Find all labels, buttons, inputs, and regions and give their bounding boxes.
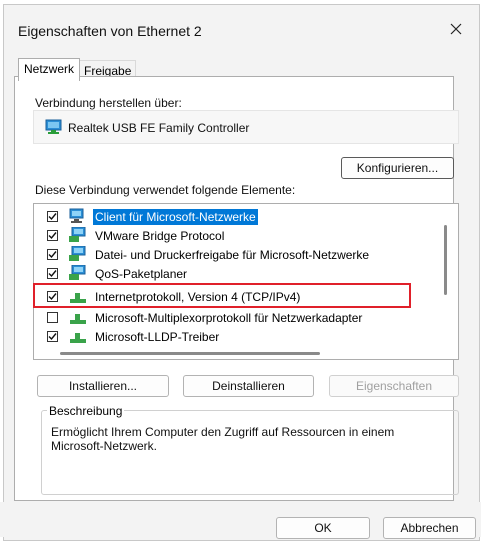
cancel-button[interactable]: Abbrechen: [383, 517, 476, 539]
checkmark-icon: [48, 213, 57, 221]
network-adapter-icon: [45, 119, 62, 134]
client-icon: [69, 208, 84, 223]
item-checkbox[interactable]: [47, 291, 58, 302]
title-bar: Eigenschaften von Ethernet 2: [4, 5, 479, 51]
checkmark-icon: [48, 293, 57, 301]
service-icon: [69, 227, 86, 242]
horizontal-scrollbar[interactable]: [60, 352, 320, 355]
adapter-name: Realtek USB FE Family Controller: [68, 121, 250, 135]
protocol-icon: [70, 333, 86, 343]
connect-via-label: Verbindung herstellen über:: [35, 96, 182, 110]
list-item[interactable]: Microsoft-Multiplexorprotokoll für Netzw…: [34, 308, 458, 327]
list-item[interactable]: Internetprotokoll, Version 4 (TCP/IPv4): [34, 287, 458, 306]
list-item[interactable]: Client für Microsoft-Netzwerke: [34, 207, 458, 226]
item-checkbox[interactable]: [47, 331, 58, 342]
items-label: Diese Verbindung verwendet folgende Elem…: [35, 183, 296, 197]
install-button[interactable]: Installieren...: [37, 375, 169, 397]
service-icon: [69, 246, 86, 261]
item-checkbox[interactable]: [47, 312, 58, 323]
item-checkbox[interactable]: [47, 268, 58, 279]
item-label: Client für Microsoft-Netzwerke: [93, 208, 258, 225]
uninstall-button[interactable]: Deinstallieren: [183, 375, 314, 397]
protocol-icon: [70, 314, 86, 324]
close-icon: [450, 23, 462, 35]
window-title: Eigenschaften von Ethernet 2: [18, 23, 202, 39]
properties-button[interactable]: Eigenschaften: [329, 375, 459, 397]
checkmark-icon: [48, 333, 57, 341]
item-label: QoS-Paketplaner: [95, 266, 188, 281]
service-icon: [69, 265, 86, 280]
description-text: Ermöglicht Ihrem Computer den Zugriff au…: [51, 425, 395, 453]
item-label: Internetprotokoll, Version 4 (TCP/IPv4): [95, 289, 301, 304]
vertical-scrollbar[interactable]: [444, 225, 447, 295]
checkmark-icon: [48, 232, 57, 240]
item-checkbox[interactable]: [47, 211, 58, 222]
list-item[interactable]: QoS-Paketplaner: [34, 264, 458, 283]
list-item[interactable]: VMware Bridge Protocol: [34, 226, 458, 245]
item-label: Microsoft-LLDP-Treiber: [95, 329, 220, 344]
ok-button[interactable]: OK: [276, 517, 370, 539]
list-item[interactable]: Datei- und Druckerfreigabe für Microsoft…: [34, 245, 458, 264]
item-label: Datei- und Druckerfreigabe für Microsoft…: [95, 247, 370, 262]
item-label: VMware Bridge Protocol: [95, 228, 225, 243]
checkmark-icon: [48, 251, 57, 259]
description-legend: Beschreibung: [47, 404, 125, 418]
items-list[interactable]: Client für Microsoft-Netzwerke VMware Br…: [33, 203, 459, 360]
close-button[interactable]: [441, 15, 471, 43]
item-checkbox[interactable]: [47, 230, 58, 241]
checkmark-icon: [48, 270, 57, 278]
item-label: Microsoft-Multiplexorprotokoll für Netzw…: [95, 310, 363, 325]
item-checkbox[interactable]: [47, 249, 58, 260]
protocol-icon: [70, 293, 86, 303]
configure-button[interactable]: Konfigurieren...: [341, 157, 454, 179]
tab-netzwerk[interactable]: Netzwerk: [18, 58, 81, 81]
list-item[interactable]: Microsoft-LLDP-Treiber: [34, 327, 458, 346]
